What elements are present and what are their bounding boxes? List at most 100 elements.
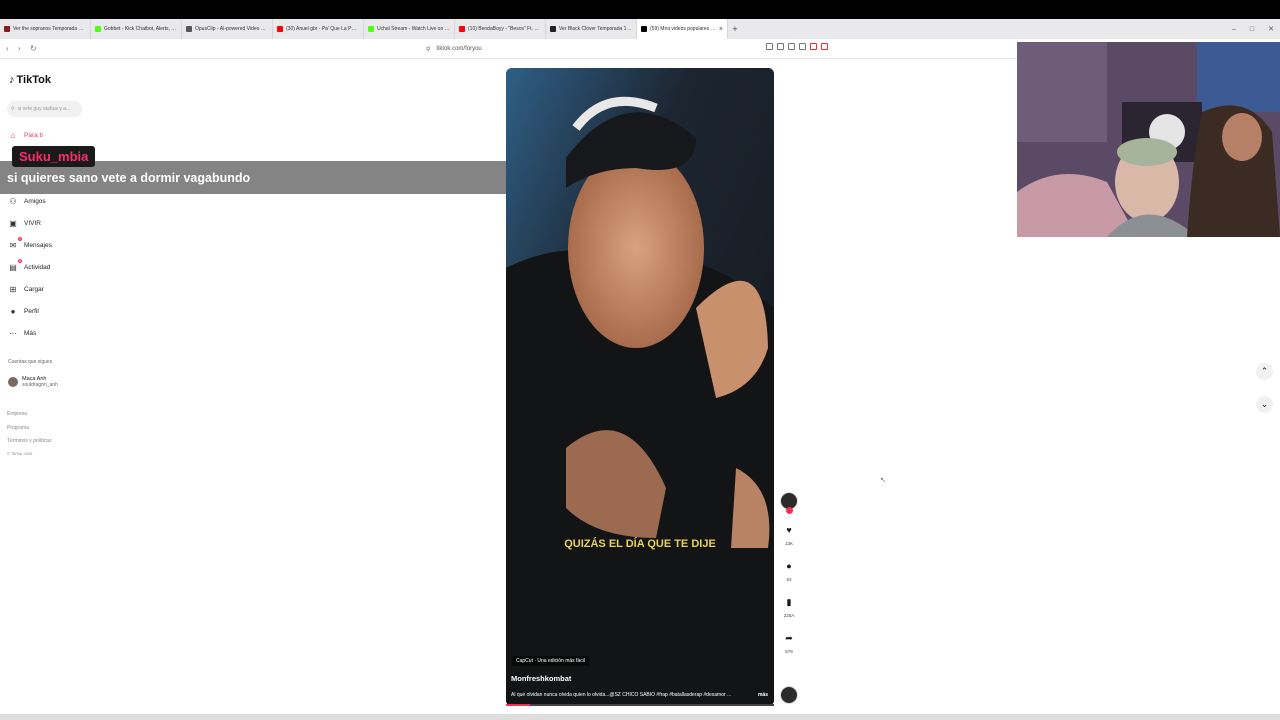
scroll-up-button[interactable]: ⌃ — [1256, 363, 1273, 380]
share-count: 579 — [785, 649, 793, 654]
tab-favicon-icon — [277, 26, 283, 32]
tab-title: (59) Mira videos populares en... — [650, 26, 716, 32]
capcut-tag[interactable]: CapCut · Una edición más fácil — [512, 656, 589, 666]
maximize-button[interactable]: □ — [1250, 26, 1254, 33]
following-account[interactable]: Maca Anh souldragon_anh — [8, 376, 58, 388]
tab-title: (10) BendaBoyy - "Besos" Ft. Scaagg... — [468, 26, 541, 32]
save-action[interactable]: ▮ 225A — [779, 596, 799, 618]
chat-username: Suku_mbia — [12, 146, 96, 167]
sidebar-item-label: Mensajes — [24, 241, 52, 249]
creator-avatar[interactable] — [780, 492, 798, 514]
video-frame — [506, 68, 774, 706]
follow-plus-icon[interactable] — [786, 507, 793, 514]
video-progress-fill — [506, 704, 531, 706]
share-action[interactable]: ➦ 579 — [779, 632, 799, 654]
share-arrow-icon[interactable]: ➦ — [785, 632, 793, 644]
comment-count: 53 — [786, 577, 792, 582]
translate-icon[interactable] — [788, 43, 795, 50]
tiktok-wordmark: TikTok — [16, 74, 51, 86]
sidebar-item-vivir[interactable]: ▣ VIVIR — [8, 218, 41, 228]
sidebar-item-cargar[interactable]: ⊞ Cargar — [8, 284, 44, 294]
tab-favicon-icon — [641, 26, 647, 32]
browser-tab[interactable]: (10) BendaBoyy - "Besos" Ft. Scaagg... — [455, 19, 546, 39]
sidebar-item-para-ti[interactable]: ⌂ Para ti — [8, 130, 43, 140]
sidebar-item-actividad[interactable]: ▤ 9 Actividad — [8, 259, 51, 272]
video-author[interactable]: Monfreshkombat — [511, 674, 571, 683]
tab-title: (30) Anuel gbr - Pa' Que La Pasas Bie... — [286, 26, 359, 32]
sidebar-item-label: VIVIR — [24, 219, 41, 227]
scroll-down-button[interactable]: ⌄ — [1256, 396, 1273, 413]
url-text[interactable]: tiktok.com/foryou — [436, 46, 481, 52]
heart-icon[interactable]: ♥ — [786, 524, 791, 536]
tab-close-icon[interactable]: × — [719, 26, 723, 33]
sidebar-item-amigos[interactable]: ⚇ Amigos — [8, 196, 46, 206]
share-icon[interactable] — [799, 43, 806, 50]
icon-wrap: ✉ 1 — [8, 237, 22, 250]
sidebar-item-m-s[interactable]: ⋯ Más — [8, 328, 36, 338]
tab-favicon-icon — [550, 26, 556, 32]
browser-tab-strip: Ver the sopranos Temporada 4 Ep... Gobbet… — [0, 19, 1280, 39]
sidebar-item-label: Más — [24, 329, 37, 337]
bookmark-icon[interactable]: ▮ — [787, 596, 792, 608]
sidebar-item-label: Amigos — [24, 197, 46, 205]
icon-wrap: ▣ — [8, 218, 18, 228]
tab-favicon-icon — [95, 26, 101, 32]
notification-badge: 1 — [18, 237, 22, 241]
more-icon: ⋯ — [9, 328, 17, 338]
tiktok-note-icon: ♪ — [9, 74, 15, 86]
video-player[interactable]: QUIZÁS EL DÍA QUE TE DIJE CapCut · Una e… — [506, 68, 774, 706]
reader-icon[interactable] — [766, 43, 773, 50]
caption-more-link[interactable]: más — [758, 692, 768, 698]
taskbar-strip — [0, 714, 1280, 720]
video-actions: ♥ 13K ● 53 ▮ 225A ➦ 579 — [779, 492, 799, 654]
footer-link-empresa[interactable]: Empresa — [7, 411, 27, 417]
search-input[interactable]: ⚲ si vete guy atabus y a... — [7, 101, 82, 117]
reload-button[interactable]: ↻ — [30, 44, 37, 53]
icon-wrap: ⌂ — [8, 130, 18, 140]
close-window-button[interactable]: ✕ — [1268, 25, 1274, 33]
new-tab-button[interactable]: + — [728, 24, 742, 34]
music-disc-avatar[interactable] — [780, 686, 798, 704]
profile-icon: ● — [10, 306, 16, 316]
browser-tab[interactable]: (30) Anuel gbr - Pa' Que La Pasas Bie... — [273, 19, 364, 39]
tab-favicon-icon — [368, 26, 374, 32]
warning-icon[interactable] — [821, 43, 828, 50]
browser-tab[interactable]: Uchal Stream - Watch Live on Kick — [364, 19, 455, 39]
icon-wrap: ▤ 9 — [8, 259, 22, 272]
browser-tab[interactable]: Gobbet - Kick Chatbot, Alerts, TTS... — [91, 19, 182, 39]
browser-tab[interactable]: (59) Mira videos populares en... × — [637, 19, 728, 39]
upload-icon: ⊞ — [9, 284, 17, 294]
screenshot-icon[interactable] — [777, 43, 784, 50]
webcam-overlay — [1017, 42, 1280, 237]
sidebar-item-label: Para ti — [24, 131, 43, 139]
icon-wrap: ⊞ — [8, 284, 18, 294]
icon-wrap: ● — [8, 306, 18, 316]
browser-tab[interactable]: OpusClip - AI-powered Video Repur... — [182, 19, 273, 39]
sidebar-item-perfil[interactable]: ● Perfil — [8, 306, 39, 316]
account-handle: souldragon_anh — [22, 382, 58, 388]
back-button[interactable]: ‹ — [6, 44, 12, 53]
browser-tab[interactable]: Ver the sopranos Temporada 4 Ep... — [0, 19, 91, 39]
messages-icon: ✉ — [9, 240, 17, 250]
minimize-button[interactable]: – — [1232, 26, 1236, 33]
footer-link-programa[interactable]: Programa — [7, 425, 29, 431]
site-info-icon[interactable]: ⚲ — [426, 46, 430, 53]
footer-link-terms[interactable]: Términos y políticas — [7, 438, 51, 444]
sidebar-item-label: Perfil — [24, 307, 39, 315]
forward-button[interactable]: › — [18, 44, 24, 53]
activity-icon: ▤ — [9, 262, 17, 272]
shield-icon[interactable] — [810, 43, 817, 50]
tab-favicon-icon — [4, 26, 10, 32]
comment-action[interactable]: ● 53 — [779, 560, 799, 582]
notification-badge: 9 — [18, 259, 22, 263]
tab-favicon-icon — [459, 26, 465, 32]
sidebar-item-label: Actividad — [24, 263, 51, 271]
tiktok-logo[interactable]: ♪ TikTok — [9, 74, 51, 86]
browser-tab[interactable]: Ver Black Clover Temporada 1 Episo... — [546, 19, 637, 39]
video-progress-bar[interactable] — [506, 704, 774, 706]
comment-icon[interactable]: ● — [786, 560, 791, 572]
like-action[interactable]: ♥ 13K — [779, 524, 799, 546]
sidebar-item-mensajes[interactable]: ✉ 1 Mensajes — [8, 237, 52, 250]
tab-title: Ver Black Clover Temporada 1 Episo... — [559, 26, 632, 32]
tab-favicon-icon — [186, 26, 192, 32]
